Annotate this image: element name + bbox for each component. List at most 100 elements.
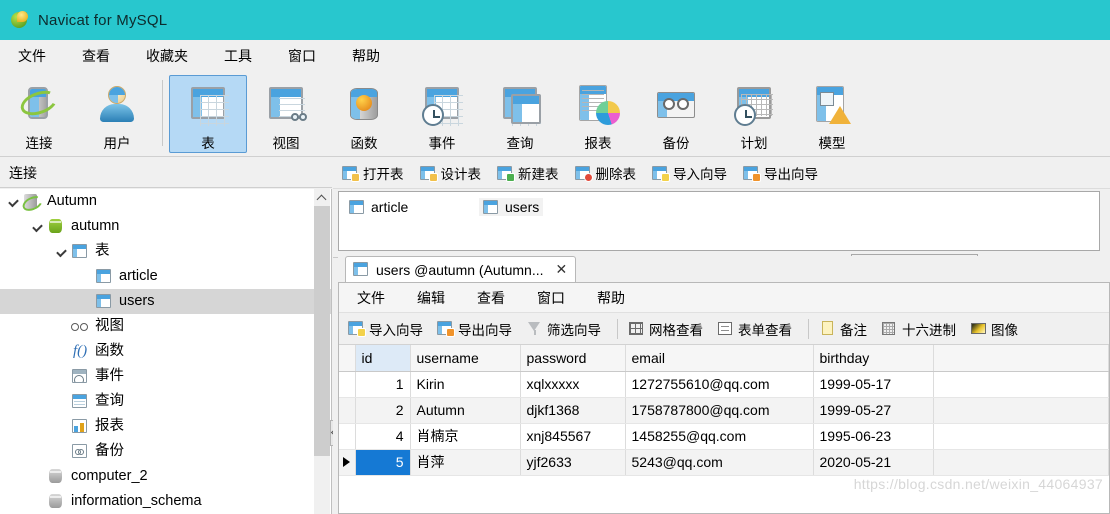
toolbar-button-table[interactable]: 表 xyxy=(169,75,247,153)
cell-birthday[interactable]: 1999-05-17 xyxy=(813,371,934,398)
import-wizard-button[interactable]: 导入向导 xyxy=(348,319,423,339)
cell-birthday[interactable]: 1999-05-27 xyxy=(813,397,934,424)
cell-password[interactable]: yjf2633 xyxy=(520,449,626,476)
cell-email[interactable]: 1458255@qq.com xyxy=(625,423,814,450)
delete-table-button[interactable]: 删除表 xyxy=(574,163,636,183)
menu-help[interactable]: 帮助 xyxy=(343,43,389,69)
cell-email[interactable]: 5243@qq.com xyxy=(625,449,814,476)
table-row[interactable]: 4 肖楠京 xnj845567 1458255@qq.com 1995-06-23 xyxy=(339,423,1109,450)
cell-username[interactable]: 肖萍 xyxy=(410,449,521,476)
tree-item-事件[interactable]: 事件 xyxy=(0,364,331,389)
tree-item-article[interactable]: article xyxy=(0,264,331,289)
cell-id[interactable]: 4 xyxy=(355,423,411,450)
row-marker[interactable] xyxy=(339,397,356,424)
toolbar-button-event[interactable]: 事件 xyxy=(403,75,481,153)
cell-password[interactable]: djkf1368 xyxy=(520,397,626,424)
cell-birthday[interactable]: 2020-05-21 xyxy=(813,449,934,476)
data-grid-body[interactable]: 1 Kirin xqlxxxxx 1272755610@qq.com 1999-05-1… xyxy=(339,371,1109,476)
menu-view[interactable]: 查看 xyxy=(73,43,119,69)
column-header-id[interactable]: id xyxy=(355,345,411,372)
row-marker[interactable] xyxy=(339,371,356,398)
table-row[interactable]: 1 Kirin xqlxxxxx 1272755610@qq.com 1999-05-1… xyxy=(339,371,1109,398)
form-view-button[interactable]: 表单查看 xyxy=(717,319,792,339)
toolbar-button-view[interactable]: 视图 xyxy=(247,75,325,153)
import-wizard-button[interactable]: 导入向导 xyxy=(652,163,727,183)
cell-username[interactable]: Kirin xyxy=(410,371,521,398)
toolbar-button-connection[interactable]: 连接 xyxy=(0,75,78,153)
new-table-button[interactable]: 新建表 xyxy=(497,163,559,183)
cell-username[interactable]: 肖楠京 xyxy=(410,423,521,450)
toolbar-button-function[interactable]: 函数 xyxy=(325,75,403,153)
menu-file[interactable]: 文件 xyxy=(9,43,55,69)
object-list-item-users[interactable]: users xyxy=(479,198,544,216)
grid-view-button[interactable]: 网格查看 xyxy=(628,319,703,339)
memo-button[interactable]: 备注 xyxy=(819,319,867,339)
data-grid-container[interactable]: id username password email birthday 1 Kirin xq… xyxy=(339,345,1109,495)
menu-window[interactable]: 窗口 xyxy=(279,43,325,69)
toolbar-button-user[interactable]: 用户 xyxy=(78,75,156,153)
chevron-down-icon[interactable] xyxy=(6,195,20,209)
cell-email[interactable]: 1758787800@qq.com xyxy=(625,397,814,424)
chevron-down-icon[interactable] xyxy=(30,220,44,234)
toolbar-button-query[interactable]: 查询 xyxy=(481,75,559,153)
mdi-menu-file[interactable]: 文件 xyxy=(349,286,393,310)
tree-item-查询[interactable]: 查询 xyxy=(0,389,331,414)
tree-item-备份[interactable]: 备份 xyxy=(0,439,331,464)
tree-item-autumn[interactable]: autumn xyxy=(0,214,331,239)
object-list[interactable]: article users xyxy=(338,191,1100,251)
open-table-button[interactable]: 打开表 xyxy=(342,163,404,183)
tree-item-computer_2[interactable]: computer_2 xyxy=(0,464,331,489)
mdi-menu-view[interactable]: 查看 xyxy=(469,286,513,310)
tree-scrollbar[interactable] xyxy=(314,189,330,514)
menu-favorites[interactable]: 收藏夹 xyxy=(137,43,197,69)
filter-button[interactable]: 筛选向导 xyxy=(526,319,601,339)
row-marker[interactable] xyxy=(339,423,356,450)
cell-id[interactable]: 2 xyxy=(355,397,411,424)
object-tree-panel[interactable]: Autumn autumn 表 article users 视图 f() 函数 事件 查询 报表 备份… xyxy=(0,189,332,514)
scroll-thumb[interactable] xyxy=(314,206,330,456)
scroll-up-arrow-icon[interactable] xyxy=(314,189,330,206)
tree-item-autumn[interactable]: Autumn xyxy=(0,189,331,214)
menu-tools[interactable]: 工具 xyxy=(215,43,261,69)
toolbar-button-schedule[interactable]: 计划 xyxy=(715,75,793,153)
mdi-menu-window[interactable]: 窗口 xyxy=(529,286,573,310)
object-tree: Autumn autumn 表 article users 视图 f() 函数 事件 查询 报表 备份… xyxy=(0,189,331,514)
data-toolbar-label: 图像 xyxy=(991,322,1018,338)
tree-item-函数[interactable]: f() 函数 xyxy=(0,339,331,364)
chevron-down-icon[interactable] xyxy=(54,245,68,259)
mdi-menu-edit[interactable]: 编辑 xyxy=(409,286,453,310)
column-header-password[interactable]: password xyxy=(520,345,626,372)
tree-item-表[interactable]: 表 xyxy=(0,239,331,264)
cell-password[interactable]: xnj845567 xyxy=(520,423,626,450)
mdi-tab-users[interactable]: users @autumn (Autumn... ✕ xyxy=(345,256,577,282)
table-icon xyxy=(70,243,89,260)
cell-password[interactable]: xqlxxxxx xyxy=(520,371,626,398)
cell-email[interactable]: 1272755610@qq.com xyxy=(625,371,814,398)
table-row[interactable]: 2 Autumn djkf1368 1758787800@qq.com 1999-05-… xyxy=(339,397,1109,424)
design-table-button[interactable]: 设计表 xyxy=(419,163,481,183)
object-toolbar: 打开表 设计表 新建表 删除表 导入向导 导出向导 xyxy=(333,158,1110,189)
toolbar-button-backup[interactable]: 备份 xyxy=(637,75,715,153)
table-row[interactable]: 5 肖萍 yjf2633 5243@qq.com 2020-05-21 xyxy=(339,449,1109,476)
object-list-item-article[interactable]: article xyxy=(345,198,412,216)
column-header-birthday[interactable]: birthday xyxy=(813,345,934,372)
column-header-username[interactable]: username xyxy=(410,345,521,372)
tree-item-information_schema[interactable]: information_schema xyxy=(0,489,331,514)
cell-birthday[interactable]: 1995-06-23 xyxy=(813,423,934,450)
mdi-menu-help[interactable]: 帮助 xyxy=(589,286,633,310)
cell-id[interactable]: 1 xyxy=(355,371,411,398)
export-wizard-button[interactable]: 导出向导 xyxy=(743,163,818,183)
hex-button[interactable]: 十六进制 xyxy=(881,319,956,339)
cell-username[interactable]: Autumn xyxy=(410,397,521,424)
tree-item-报表[interactable]: 报表 xyxy=(0,414,331,439)
row-marker[interactable] xyxy=(339,449,356,476)
column-header-email[interactable]: email xyxy=(625,345,814,372)
toolbar-button-model[interactable]: 模型 xyxy=(793,75,871,153)
image-button[interactable]: 图像 xyxy=(970,319,1018,339)
tree-item-视图[interactable]: 视图 xyxy=(0,314,331,339)
tree-item-users[interactable]: users xyxy=(0,289,331,314)
cell-id[interactable]: 5 xyxy=(355,449,411,476)
export-wizard-button[interactable]: 导出向导 xyxy=(437,319,512,339)
close-icon[interactable]: ✕ xyxy=(556,261,568,278)
toolbar-button-report[interactable]: 报表 xyxy=(559,75,637,153)
